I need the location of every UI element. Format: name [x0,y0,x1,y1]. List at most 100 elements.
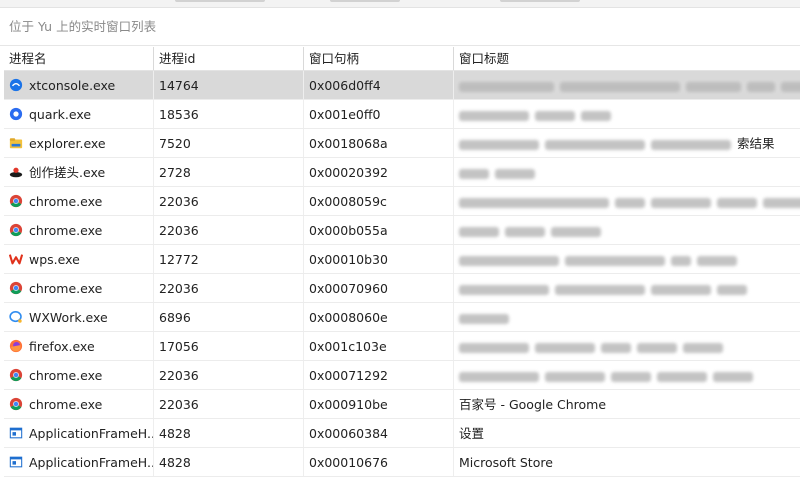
window-title-text: 百家号 - Google Chrome [459,397,607,412]
table-row[interactable]: wps.exe 12772 0x00010b30 [4,245,800,274]
wxwork-icon [9,310,23,324]
process-name: firefox.exe [29,338,95,354]
firefox-icon [9,339,23,353]
process-name-cell: chrome.exe [4,187,154,215]
window-title-cell: Microsoft Store [454,448,800,476]
table-row[interactable]: ApplicationFrameH... 4828 0x00010676 Micros… [4,448,800,477]
column-header-window-handle[interactable]: 窗口句柄 [304,47,454,70]
window-title-cell [454,216,800,244]
table-row[interactable]: chrome.exe 22036 0x00070960 [4,274,800,303]
table-body: xtconsole.exe147640x006d0ff42607quark.ex… [4,71,800,477]
redacted-title-text [459,284,549,295]
redacted-title-text [495,168,535,179]
process-name-cell: chrome.exe [4,390,154,418]
process-id-cell: 6896 [154,303,304,331]
process-name: chrome.exe [29,367,103,383]
window-title-cell [454,303,800,331]
application-frame-icon [9,426,23,440]
table-row[interactable]: chrome.exe 22036 0x000910be 百家号 - Google Ch… [4,390,800,419]
redacted-title-text [555,284,645,295]
table-row[interactable]: quark.exe 18536 0x001e0ff0 [4,100,800,129]
process-name: 创作搓头.exe [29,164,106,180]
process-id-cell: 4828 [154,448,304,476]
redacted-title-text [717,284,747,295]
file-explorer-icon [9,136,23,150]
process-name: chrome.exe [29,193,103,209]
redacted-title-text [717,197,757,208]
window-title-cell [454,100,800,128]
table-row[interactable]: chrome.exe 220360x0008059cogle [4,187,800,216]
window-title-text: Microsoft Store [459,455,553,470]
wps-icon [9,252,23,266]
window-title-cell: 设置 [454,419,800,447]
process-name-cell: chrome.exe [4,274,154,302]
window-list-subtitle: 位于 Yu 上的实时窗口列表 [0,8,800,46]
table-row[interactable]: WXWork.exe 6896 0x0008060e [4,303,800,332]
table-row[interactable]: 创作搓头.exe 2728 0x00020392 [4,158,800,187]
window-handle-cell: 0x0008060e [304,303,454,331]
process-name: explorer.exe [29,135,106,151]
table-header: 进程名 进程id 窗口句柄 窗口标题 [4,47,800,71]
process-id-cell: 22036 [154,187,304,215]
redacted-title-text [535,110,575,121]
redacted-title-text [459,226,499,237]
process-name-cell: chrome.exe [4,216,154,244]
process-name-cell: 创作搓头.exe [4,158,154,186]
window-title-cell [454,332,800,360]
process-name: chrome.exe [29,222,103,238]
process-id-cell: 22036 [154,390,304,418]
column-header-process-name[interactable]: 进程名 [4,47,154,70]
window-handle-cell: 0x001c103e [304,332,454,360]
redacted-title-text [459,255,559,266]
process-name-cell: firefox.exe [4,332,154,360]
window-handle-cell: 0x00070960 [304,274,454,302]
table-row[interactable]: firefox.exe 17056 0x001c103e [4,332,800,361]
redacted-title-text [459,197,609,208]
redacted-title-text [560,81,680,92]
process-name: quark.exe [29,106,92,122]
column-header-window-title[interactable]: 窗口标题 [454,47,800,70]
process-id-cell: 7520 [154,129,304,157]
redacted-title-text [459,371,539,382]
redacted-title-text [637,342,677,353]
process-name-cell: xtconsole.exe [4,71,154,99]
process-id-cell: 22036 [154,274,304,302]
redacted-title-text [505,226,545,237]
window-title-cell: ogle [454,187,800,215]
table-row[interactable]: xtconsole.exe 147640x006d0ff42607 [4,71,800,100]
application-frame-icon [9,455,23,469]
redacted-title-text [551,226,601,237]
redacted-title-text [459,313,509,324]
process-id-cell: 14764 [154,71,304,99]
redacted-title-text [781,81,800,92]
table-row[interactable]: explorer.exe 7520 0x0018068a 索结果 [4,129,800,158]
process-name-cell: ApplicationFrameH... [4,419,154,447]
process-id-cell: 4828 [154,419,304,447]
table-row[interactable]: chrome.exe 22036 0x000b055a [4,216,800,245]
xtconsole-app-icon [9,78,23,92]
process-id-cell: 2728 [154,158,304,186]
column-header-process-id[interactable]: 进程id [154,47,304,70]
redacted-title-text [601,342,631,353]
redacted-title-text [581,110,611,121]
chrome-icon [9,194,23,208]
process-id-cell: 18536 [154,100,304,128]
redacted-title-text [697,255,737,266]
redacted-title-text [686,81,741,92]
window-title-cell: 2607 [454,71,800,99]
redacted-title-text [545,371,605,382]
table-row[interactable]: chrome.exe 22036 0x00071292 [4,361,800,390]
process-name: ApplicationFrameH... [29,454,154,470]
chrome-icon [9,281,23,295]
redacted-title-text [683,342,723,353]
redacted-title-text [535,342,595,353]
table-row[interactable]: ApplicationFrameH... 4828 0x00060384 设置 [4,419,800,448]
window-list-table: 进程名 进程id 窗口句柄 窗口标题 xtconsole.exe 14764 0x0… [4,47,800,477]
window-handle-cell: 0x000b055a [304,216,454,244]
process-name: wps.exe [29,251,80,267]
redacted-title-text [671,255,691,266]
window-title-cell: 索结果 [454,129,800,157]
window-title-cell [454,361,800,389]
window-handle-cell: 0x001e0ff0 [304,100,454,128]
process-name-cell: quark.exe [4,100,154,128]
